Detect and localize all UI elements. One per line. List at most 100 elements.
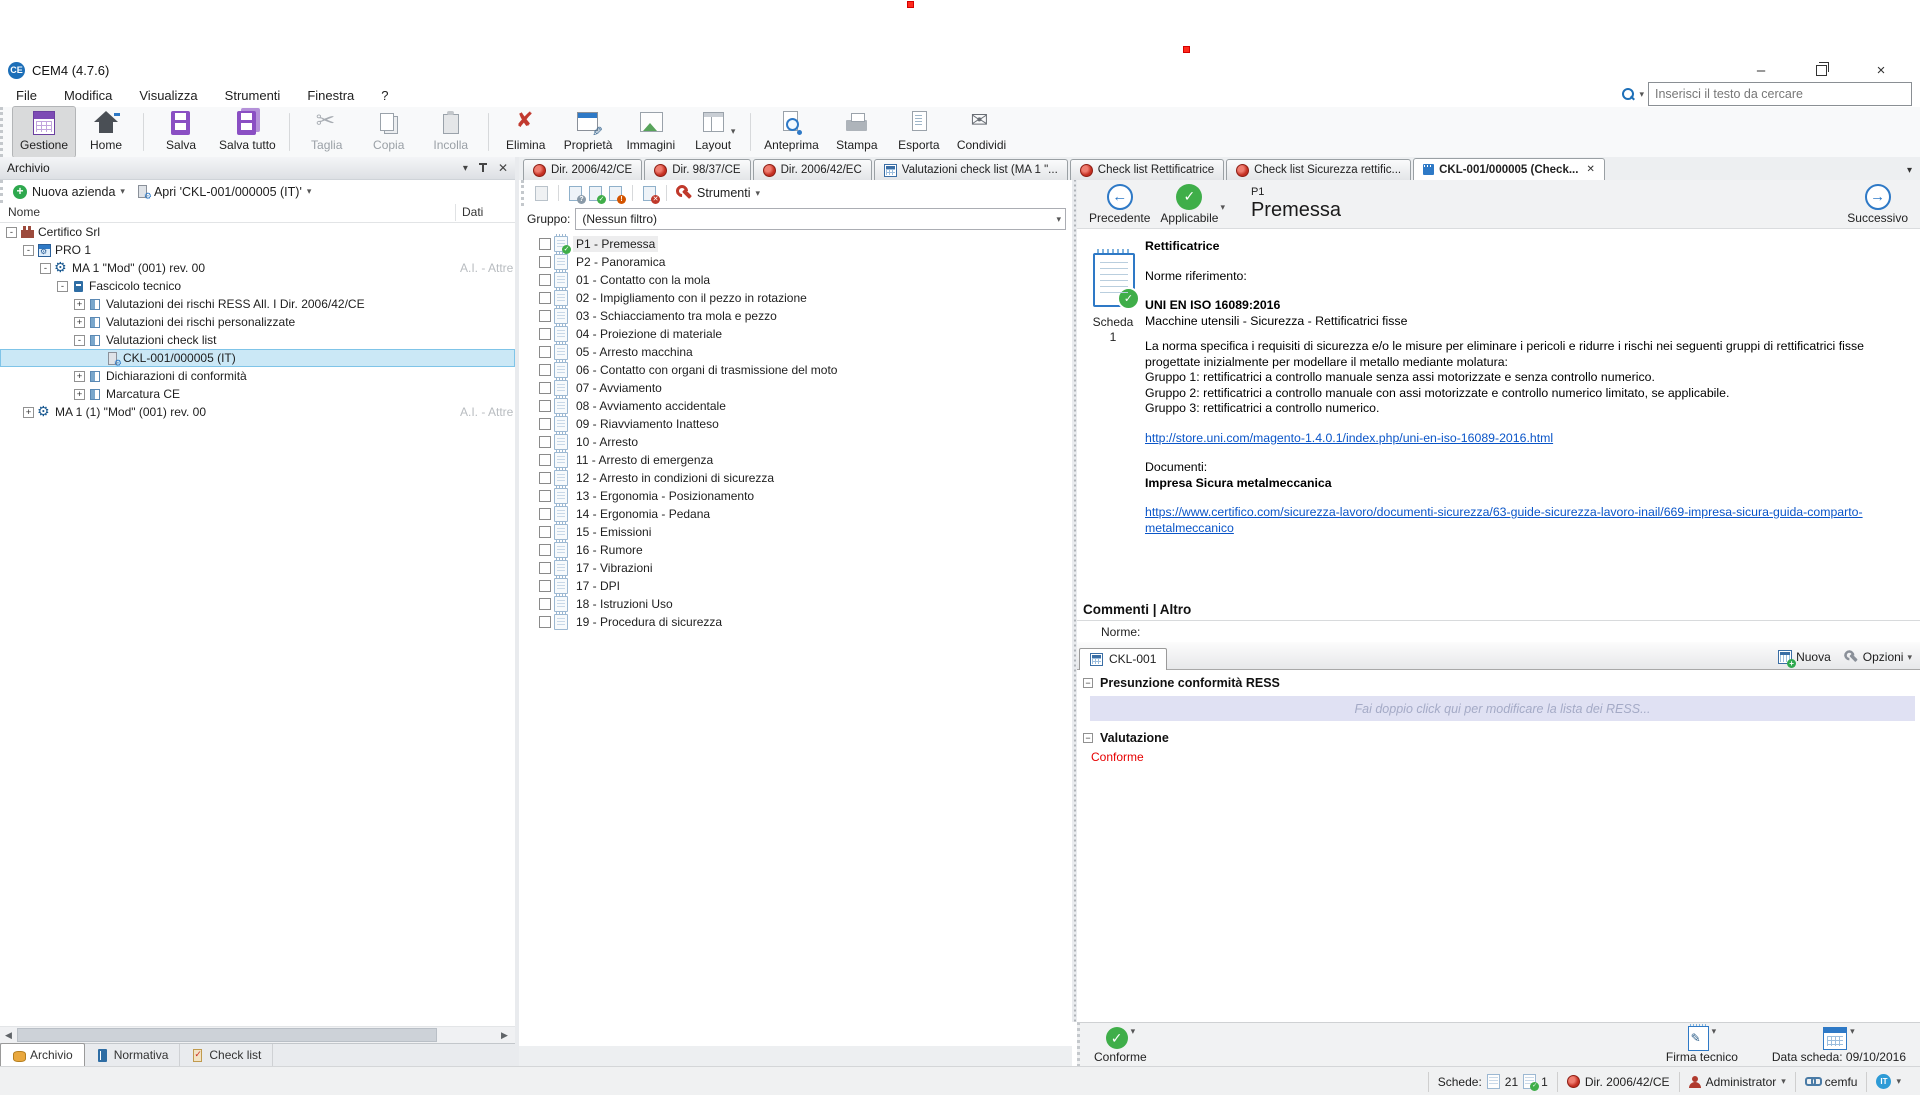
- horizontal-scrollbar[interactable]: ◀ ▶: [0, 1026, 515, 1044]
- checklist-row[interactable]: ✓ P2 - Panoramica: [519, 253, 1072, 271]
- checklist-item-label[interactable]: 06 - Contatto con organi di trasmissione…: [573, 362, 840, 378]
- checklist-checkbox[interactable]: [539, 454, 551, 466]
- scheda-question-button[interactable]: [568, 185, 583, 202]
- tree-row[interactable]: - Certifico Srl: [0, 223, 515, 241]
- document-tab[interactable]: Check list Sicurezza rettific...: [1226, 159, 1411, 180]
- documenti-link[interactable]: https://www.certifico.com/sicurezza-lavo…: [1145, 505, 1863, 535]
- checklist-item-label[interactable]: 04 - Proiezione di materiale: [573, 326, 725, 342]
- new-company-button[interactable]: Nuova azienda: [32, 185, 115, 199]
- ress-placeholder-row[interactable]: Fai doppio click qui per modificare la l…: [1090, 696, 1915, 721]
- toolbar-button[interactable]: [488, 113, 489, 151]
- toolbar-button[interactable]: Esporta: [888, 107, 950, 157]
- checklist-checkbox[interactable]: [539, 256, 551, 268]
- toolbar-button[interactable]: Copia: [358, 107, 420, 157]
- checklist-checkbox[interactable]: [539, 616, 551, 628]
- checklist-checkbox[interactable]: [539, 274, 551, 286]
- collapse-icon[interactable]: −: [1083, 678, 1093, 688]
- conforme-caret[interactable]: ▾: [1131, 1026, 1136, 1037]
- toolbar-button[interactable]: Elimina: [495, 107, 557, 157]
- nuova-button[interactable]: Nuova: [1778, 650, 1831, 664]
- checklist-item-label[interactable]: 08 - Avviamento accidentale: [573, 398, 729, 414]
- collapse-icon[interactable]: −: [1083, 733, 1093, 743]
- checklist-checkbox[interactable]: [539, 418, 551, 430]
- tree-expander[interactable]: +: [74, 371, 85, 382]
- checklist-item-label[interactable]: 05 - Arresto macchina: [573, 344, 696, 360]
- checklist-checkbox[interactable]: [539, 238, 551, 250]
- checklist-item-label[interactable]: 10 - Arresto: [573, 434, 641, 450]
- tree-row[interactable]: + Valutazioni dei rischi personalizzate: [0, 313, 515, 331]
- scheda-remove-button[interactable]: [642, 185, 657, 202]
- checklist-checkbox[interactable]: [539, 436, 551, 448]
- data-scheda-button[interactable]: ▾ Data scheda: 09/10/2016: [1772, 1026, 1906, 1064]
- tree-expander[interactable]: -: [40, 263, 51, 274]
- tree-row[interactable]: - Valutazioni check list: [0, 331, 515, 349]
- tab-overflow-button[interactable]: ▾: [1907, 165, 1912, 176]
- checklist-item-label[interactable]: 17 - Vibrazioni: [573, 560, 656, 576]
- checklist-row[interactable]: ✓ 08 - Avviamento accidentale: [519, 397, 1072, 415]
- tree-row[interactable]: + MA 1 (1) "Mod" (001) rev. 00 A.I. - At…: [0, 403, 515, 421]
- bottom-tab[interactable]: Normativa: [85, 1044, 181, 1066]
- checklist-checkbox[interactable]: [539, 490, 551, 502]
- checklist-row[interactable]: ✓ 11 - Arresto di emergenza: [519, 451, 1072, 469]
- bottom-tab[interactable]: Check list: [180, 1044, 273, 1066]
- opzioni-button[interactable]: Opzioni ▾: [1843, 649, 1912, 665]
- tab-close-icon[interactable]: ✕: [1586, 164, 1594, 175]
- tree-row[interactable]: + Valutazioni dei rischi RESS All. I Dir…: [0, 295, 515, 313]
- document-tab[interactable]: Valutazioni check list (MA 1 "...: [874, 159, 1068, 180]
- checklist-checkbox[interactable]: [539, 346, 551, 358]
- toolbar-button[interactable]: Taglia: [296, 107, 358, 157]
- user-indicator[interactable]: Administrator ▾: [1679, 1072, 1795, 1092]
- ckl-tab[interactable]: CKL-001: [1079, 648, 1167, 670]
- panel-menu-caret-icon[interactable]: ▾: [463, 163, 468, 174]
- toolbar-button[interactable]: Salva tutto: [212, 107, 283, 157]
- checklist-row[interactable]: ✓ 14 - Ergonomia - Pedana: [519, 505, 1072, 523]
- close-button[interactable]: ×: [1868, 60, 1894, 80]
- checklist-item-label[interactable]: 16 - Rumore: [573, 542, 646, 558]
- toolbar-button[interactable]: Layout ▾: [682, 107, 744, 157]
- tree-expander[interactable]: -: [57, 281, 68, 292]
- firma-caret[interactable]: ▾: [1712, 1026, 1717, 1037]
- scrollbar-thumb[interactable]: [17, 1028, 437, 1042]
- checklist-row[interactable]: ✓ 15 - Emissioni: [519, 523, 1072, 541]
- checklist-item-label[interactable]: 11 - Arresto di emergenza: [573, 452, 716, 468]
- checklist-checkbox[interactable]: [539, 598, 551, 610]
- search-dropdown-caret[interactable]: ▾: [1639, 89, 1644, 100]
- document-tab[interactable]: Dir. 2006/42/CE: [523, 159, 642, 180]
- menu-item[interactable]: Strumenti: [225, 88, 281, 103]
- checklist-checkbox[interactable]: [539, 382, 551, 394]
- scheda-approve-button[interactable]: [588, 185, 603, 202]
- tree-expander[interactable]: +: [74, 389, 85, 400]
- checklist-item-label[interactable]: 12 - Arresto in condizioni di sicurezza: [573, 470, 777, 486]
- toolbar-button[interactable]: Incolla: [420, 107, 482, 157]
- search-icon[interactable]: [1621, 88, 1634, 101]
- checklist-row[interactable]: ✓ 17 - Vibrazioni: [519, 559, 1072, 577]
- scheda-warning-button[interactable]: [608, 185, 623, 202]
- group-filter-combobox[interactable]: (Nessun filtro) ▾: [575, 208, 1066, 230]
- toolbar-button[interactable]: Anteprima: [757, 107, 826, 157]
- column-header-dati[interactable]: Dati: [462, 205, 483, 219]
- toolbar-button[interactable]: [143, 113, 144, 151]
- menu-item[interactable]: Finestra: [307, 88, 354, 103]
- menu-item[interactable]: File: [16, 88, 37, 103]
- checklist-row[interactable]: ✓ 09 - Riavviamento Inatteso: [519, 415, 1072, 433]
- pin-icon[interactable]: [478, 162, 488, 174]
- panel-close-icon[interactable]: ✕: [498, 161, 508, 175]
- checklist-row[interactable]: ✓ P1 - Premessa: [519, 235, 1072, 253]
- checklist-item-label[interactable]: 19 - Procedura di sicurezza: [573, 614, 725, 630]
- toolbar-button[interactable]: Stampa: [826, 107, 888, 157]
- bottom-tab[interactable]: Archivio: [0, 1043, 85, 1066]
- checklist-item-label[interactable]: 01 - Contatto con la mola: [573, 272, 713, 288]
- checklist-checkbox[interactable]: [539, 544, 551, 556]
- document-tab[interactable]: CKL-001/000005 (Check... ✕: [1413, 158, 1605, 180]
- menu-item[interactable]: Modifica: [64, 88, 112, 103]
- user-caret[interactable]: ▾: [1781, 1076, 1786, 1087]
- checklist-row[interactable]: ✓ 02 - Impigliamento con il pezzo in rot…: [519, 289, 1072, 307]
- firma-tecnico-button[interactable]: ▾ Firma tecnico: [1666, 1026, 1738, 1064]
- checklist-item-label[interactable]: 18 - Istruzioni Uso: [573, 596, 676, 612]
- checklist-item-label[interactable]: 14 - Ergonomia - Pedana: [573, 506, 713, 522]
- minimize-button[interactable]: –: [1748, 60, 1774, 80]
- checklist-row[interactable]: ✓ 06 - Contatto con organi di trasmissio…: [519, 361, 1072, 379]
- checklist-row[interactable]: ✓ 05 - Arresto macchina: [519, 343, 1072, 361]
- checklist-item-label[interactable]: 15 - Emissioni: [573, 524, 654, 540]
- tree-row[interactable]: - PRO 1: [0, 241, 515, 259]
